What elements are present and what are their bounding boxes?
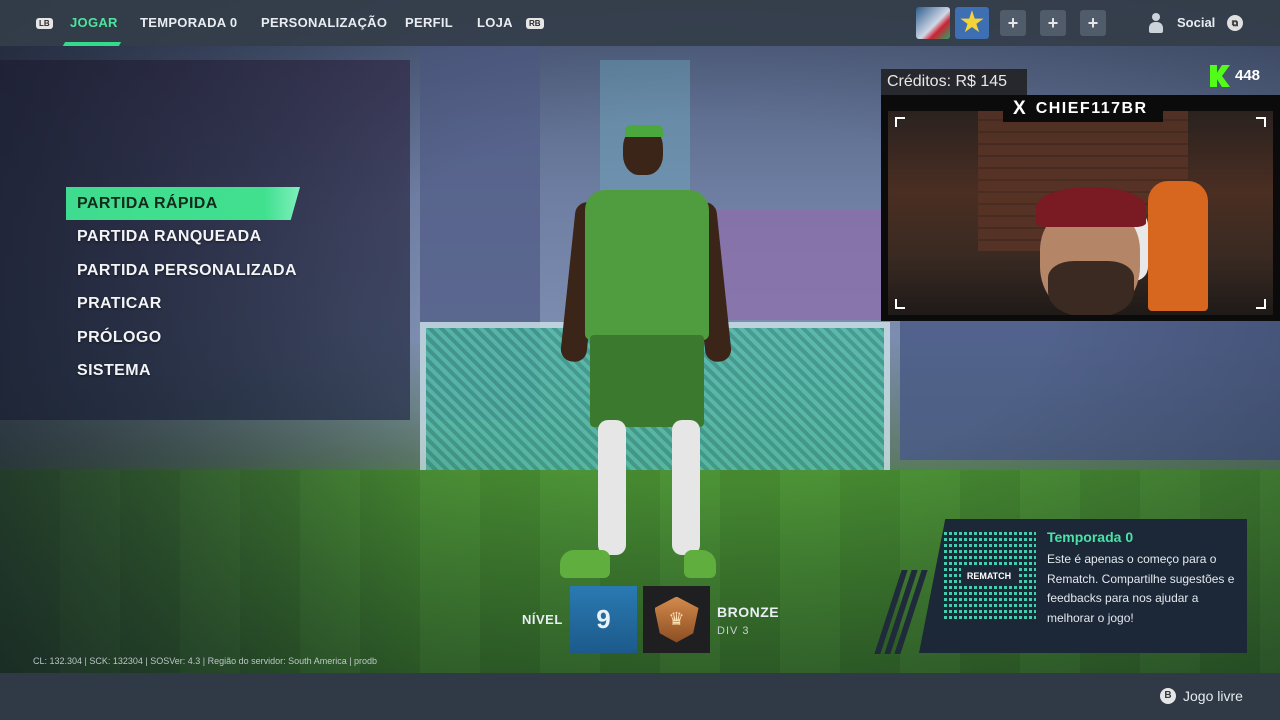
add-slot-button[interactable]: + [1040,10,1066,36]
x-logo-icon: X [1013,98,1026,119]
build-version-info: CL: 132.304 | SCK: 132304 | SOSVer: 4.3 … [33,656,378,666]
rb-button-hint[interactable]: RB [526,18,544,29]
menu-item-prologo[interactable]: PRÓLOGO [66,321,306,354]
menu-item-sistema[interactable]: SISTEMA [66,354,306,387]
credits-display: Créditos: R$ 145 [881,69,1027,96]
star-badge-icon[interactable]: ★ [955,7,989,39]
rematch-logo: REMATCH [961,568,1017,584]
active-tab-indicator [62,42,122,46]
level-value: 9 [570,586,637,653]
rank-division: DIV 3 [717,625,750,637]
webcam-feed [888,111,1273,315]
free-play-label[interactable]: Jogo livre [1183,688,1243,704]
viewer-count: 448 [1235,67,1261,84]
play-mode-menu: PARTIDA RÁPIDA PARTIDA RANQUEADA PARTIDA… [66,187,306,387]
streamer-name: CHIEF117BR [1035,99,1148,117]
tab-jogar[interactable]: JOGAR [70,15,118,30]
tab-perfil[interactable]: PERFIL [405,15,453,30]
rank-badge: ♛ [643,586,710,653]
season-title: Temporada 0 [1047,529,1134,545]
player-character [559,120,733,590]
social-button-hint-icon[interactable]: ⧉ [1227,15,1243,31]
social-icon[interactable] [1146,13,1166,33]
tab-loja[interactable]: LOJA [477,15,513,30]
social-label[interactable]: Social [1177,15,1215,30]
level-label: NÍVEL [522,612,563,627]
streamer-handle: X CHIEF117BR [1003,95,1163,122]
lb-button-hint[interactable]: LB [36,18,53,29]
menu-item-partida-ranqueada[interactable]: PARTIDA RANQUEADA [66,220,306,253]
menu-item-partida-rapida[interactable]: PARTIDA RÁPIDA [66,187,300,221]
season-description: Este é apenas o começo para o Rematch. C… [1047,552,1235,625]
bronze-rank-icon: ♛ [654,596,699,643]
bottom-bar [0,673,1280,720]
add-slot-button[interactable]: + [1000,10,1026,36]
webcam-frame [881,95,1280,321]
b-button-icon[interactable]: B [1160,688,1176,704]
tab-temporada[interactable]: TEMPORADA 0 [140,15,237,30]
tab-personalizacao[interactable]: PERSONALIZAÇÃO [261,15,387,30]
player-badge-icon[interactable] [916,7,950,39]
rank-name: BRONZE [717,604,780,620]
menu-item-praticar[interactable]: PRATICAR [66,287,306,320]
menu-item-partida-personalizada[interactable]: PARTIDA PERSONALIZADA [66,254,306,287]
add-slot-button[interactable]: + [1080,10,1106,36]
